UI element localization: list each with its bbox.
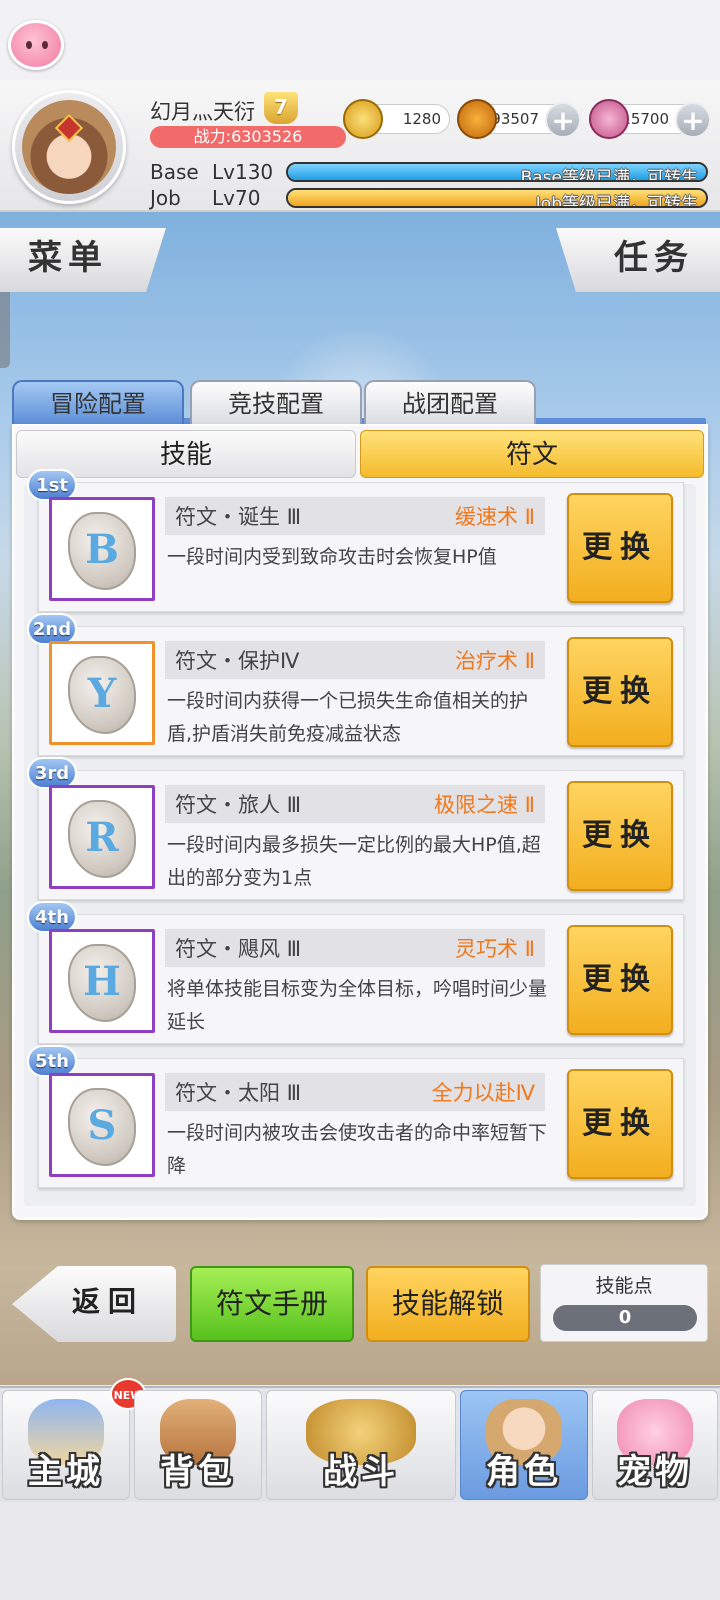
nav-backpack[interactable]: 背包 [134,1390,262,1500]
pink-crystal-icon [589,99,629,139]
rune-handbook-button[interactable]: 符文手册 [190,1266,354,1342]
skill-points-label: 技能点 [595,1275,653,1297]
nav-label: 宠物 [617,1452,693,1492]
rune-description: 一段时间内受到致命攻击时会恢复HP值 [167,546,497,568]
change-rune-button[interactable]: 更换 [567,493,673,603]
mascot-eye [42,41,48,49]
base-status: Base等级已满，可转生 [520,168,698,182]
base-exp-bar: Base等级已满，可转生 [286,162,708,182]
nav-label: 角色 [486,1452,562,1492]
rune-name: 符文・太阳 Ⅲ [175,1081,302,1105]
menu-button[interactable]: 菜单 [0,228,166,292]
rune-skill: 灵巧术 Ⅱ [454,937,535,961]
rune-icon-frame[interactable]: H [49,929,155,1033]
rune-title-bar: 符文・旅人 Ⅲ 极限之速 Ⅱ [165,785,545,823]
rune-slot-5: 5th S 符文・太阳 Ⅲ 全力以赴Ⅳ 一段时间内被攻击会使攻击者的命中率短暂下… [27,1045,684,1188]
nav-label: 战斗 [323,1452,399,1492]
mascot-eye [26,41,32,49]
nav-label: 主城 [28,1452,104,1492]
change-rune-button[interactable]: 更换 [567,1069,673,1179]
footer-area [0,1502,720,1600]
rune-glyph: B [85,526,119,573]
rune-name: 符文・保护Ⅳ [175,649,300,673]
rune-slot-3: 3rd R 符文・旅人 Ⅲ 极限之速 Ⅱ 一段时间内最多损失一定比例的最大HP值… [27,757,684,900]
rank-badge-icon: 7 [264,92,298,124]
zeny-value: 1280 [402,110,441,128]
rune-glyph: H [83,958,121,1005]
skill-unlock-button[interactable]: 技能解锁 [366,1266,530,1342]
poring-mascot-icon[interactable] [8,20,64,70]
rune-name: 符文・旅人 Ⅲ [175,793,302,817]
rune-glyph: S [87,1102,117,1149]
job-level: Lv70 [212,186,261,210]
rune-name: 符文・诞生 Ⅲ [175,505,302,529]
add-crystal-button[interactable]: + [675,102,711,138]
change-rune-button[interactable]: 更换 [567,637,673,747]
nav-character[interactable]: 角色 [460,1390,588,1500]
rune-stone-icon: H [68,944,136,1022]
status-bar [0,0,720,80]
rune-title-bar: 符文・太阳 Ⅲ 全力以赴Ⅳ [165,1073,545,1111]
tab-guild-config[interactable]: 战团配置 [364,380,536,424]
base-label: Base [150,160,199,184]
job-exp-bar: Job等级已满，可转生 [286,188,708,208]
rune-description: 一段时间内获得一个已损失生命值相关的护盾,护盾消失前免疫减益状态 [167,690,529,745]
rune-skill: 全力以赴Ⅳ [431,1081,535,1105]
tab-adventure-config[interactable]: 冒险配置 [12,380,184,424]
skill-points-box: 技能点 0 [540,1264,708,1342]
rune-name: 符文・飓风 Ⅲ [175,937,302,961]
rune-slot-1: 1st B 符文・诞生 Ⅲ 缓速术 Ⅱ 一段时间内受到致命攻击时会恢复HP值 更… [27,469,684,612]
rune-icon-frame[interactable]: R [49,785,155,889]
nav-battle[interactable]: 战斗 [266,1390,456,1500]
avatar[interactable] [22,100,116,194]
rune-icon-frame[interactable]: S [49,1073,155,1177]
rune-glyph: R [85,814,119,861]
base-level: Lv130 [212,160,274,184]
nav-label: 背包 [160,1452,236,1492]
rune-title-bar: 符文・飓风 Ⅲ 灵巧术 Ⅱ [165,929,545,967]
rune-stone-icon: R [68,800,136,878]
change-rune-button[interactable]: 更换 [567,925,673,1035]
nav-pet[interactable]: 宠物 [592,1390,718,1500]
rune-description: 一段时间内最多损失一定比例的最大HP值,超出的部分变为1点 [167,834,541,889]
player-name: 幻月灬天衍 [150,100,255,124]
zeny-coin-icon [343,99,383,139]
change-rune-button[interactable]: 更换 [567,781,673,891]
gold-currency: 493507 + [457,99,581,139]
job-status: Job等级已满，可转生 [535,194,698,208]
subtab-runes[interactable]: 符文 [360,430,704,478]
rune-stone-icon: Y [68,656,136,734]
add-gold-button[interactable]: + [545,102,581,138]
skill-points-value: 0 [553,1305,697,1331]
crystal-currency: 15700 + [589,99,711,139]
zeny-currency: 1280 [343,99,450,139]
rune-title-bar: 符文・诞生 Ⅲ 缓速术 Ⅱ [165,497,545,535]
rune-slot-4: 4th H 符文・飓风 Ⅲ 灵巧术 Ⅱ 将单体技能目标变为全体目标，吟唱时间少量… [27,901,684,1044]
rune-description: 将单体技能目标变为全体目标，吟唱时间少量延长 [167,978,548,1033]
rune-skill: 极限之速 Ⅱ [433,793,535,817]
combat-power: 战力:6303526 [150,126,346,148]
gold-coin-icon [457,99,497,139]
rune-description: 一段时间内被攻击会使攻击者的命中率短暂下降 [167,1122,548,1177]
rune-stone-icon: B [68,512,136,590]
quest-button[interactable]: 任务 [556,228,720,292]
rune-icon-frame[interactable]: B [49,497,155,601]
tab-arena-config[interactable]: 竞技配置 [190,380,362,424]
rune-glyph: Y [87,670,117,717]
avatar-crest-icon [54,113,84,143]
rune-skill: 缓速术 Ⅱ [454,505,535,529]
rune-slot-2: 2nd Y 符文・保护Ⅳ 治疗术 Ⅱ 一段时间内获得一个已损失生命值相关的护盾,… [27,613,684,756]
rune-icon-frame[interactable]: Y [49,641,155,745]
rune-skill: 治疗术 Ⅱ [454,649,535,673]
nav-main-city[interactable]: 主城 [2,1390,130,1500]
job-label: Job [150,186,181,210]
rune-title-bar: 符文・保护Ⅳ 治疗术 Ⅱ [165,641,545,679]
rune-stone-icon: S [68,1088,136,1166]
